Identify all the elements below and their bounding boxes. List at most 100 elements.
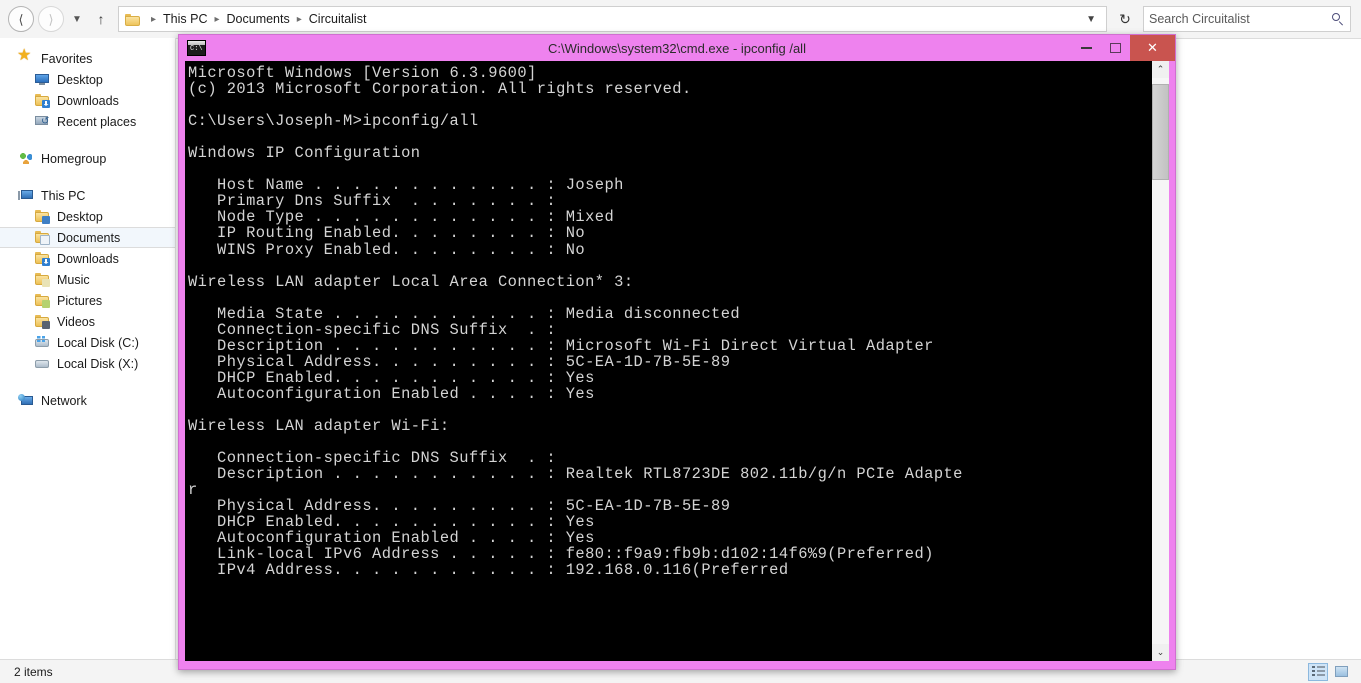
console-line: Node Type . . . . . . . . . . . . : Mixe… [188,208,615,227]
sidebar-item-label: Local Disk (X:) [57,356,139,371]
sidebar-item-label: Homegroup [41,151,107,166]
sidebar-item-label: Downloads [57,93,119,108]
console-line: Autoconfiguration Enabled . . . . : Yes [188,529,595,548]
console-line: Media State . . . . . . . . . . . : Medi… [188,304,741,323]
console-line: Connection-specific DNS Suffix . : [188,320,557,339]
monitor-icon [34,72,50,87]
hard-disk-icon [34,356,50,371]
console-line: Wireless LAN adapter Wi-Fi: [188,417,450,436]
scrollbar-track[interactable] [1152,78,1169,644]
breadcrumb-item-circuitalist[interactable]: Circuitalist [308,12,368,26]
console-line: Link-local IPv6 Address . . . . . : fe80… [188,545,934,564]
breadcrumb-separator: ▸ [151,13,157,25]
cmd-window-title: C:\Windows\system32\cmd.exe - ipconfig /… [548,40,806,56]
details-view-icon[interactable] [1308,662,1328,681]
network-icon [18,393,34,408]
console-line: Description . . . . . . . . . . . : Micr… [188,336,934,355]
console-line: Connection-specific DNS Suffix . : [188,449,557,468]
folder-desktop-icon [34,209,50,224]
console-line: Physical Address. . . . . . . . . : 5C-E… [188,352,731,371]
navigation-buttons: ⟨ ⟩ ▼ ↑ [0,6,112,32]
breadcrumb-separator: ▸ [214,13,220,25]
console-line: C:\Users\Joseph-M>ipconfig/all [188,112,479,131]
scroll-up-button[interactable]: ⌃ [1152,61,1169,78]
search-placeholder: Search Circuitalist [1149,12,1250,26]
console-line: WINS Proxy Enabled. . . . . . . . : No [188,240,586,259]
up-button[interactable]: ↑ [90,7,112,31]
breadcrumb-separator: ▸ [296,13,302,25]
back-button[interactable]: ⟨ [8,6,34,32]
sidebar-item-documents[interactable]: Documents [0,227,175,248]
large-icons-view-icon[interactable] [1331,663,1351,681]
forward-button[interactable]: ⟩ [38,6,64,32]
console-line: (c) 2013 Microsoft Corporation. All righ… [188,80,692,99]
sidebar-item-label: Documents [57,230,121,245]
sidebar-item-homegroup[interactable]: Homegroup [0,148,175,169]
refresh-button[interactable]: ↻ [1113,7,1137,31]
sidebar-item-music[interactable]: Music [0,269,175,290]
sidebar-item-downloads[interactable]: Downloads [0,90,175,111]
console-line: DHCP Enabled. . . . . . . . . . . : Yes [188,513,595,532]
sidebar-item-downloads[interactable]: Downloads [0,248,175,269]
sidebar-item-label: Desktop [57,209,103,224]
item-count-label: 2 items [14,664,53,679]
sidebar-item-this-pc[interactable]: This PC [0,185,175,206]
console-line: Wireless LAN adapter Local Area Connecti… [188,272,634,291]
console-line: IPv4 Address. . . . . . . . . . . : 192.… [188,561,789,580]
hard-disk-windows-icon [34,335,50,350]
sidebar-item-desktop[interactable]: Desktop [0,206,175,227]
breadcrumb-item-this-pc[interactable]: This PC [162,12,208,26]
sidebar-item-label: Desktop [57,72,103,87]
console-line: Host Name . . . . . . . . . . . . : Jose… [188,176,624,195]
folder-documents-icon [34,230,50,245]
sidebar-item-recent-places[interactable]: Recent places [0,111,175,132]
sidebar-item-label: Favorites [41,51,93,66]
sidebar-item-local-disk-x[interactable]: Local Disk (X:) [0,353,175,374]
sidebar-item-local-disk-c[interactable]: Local Disk (C:) [0,332,175,353]
cmd-body: Microsoft Windows [Version 6.3.9600] (c) … [185,61,1169,661]
screen: ⟨ ⟩ ▼ ↑ ▸ This PC ▸ Documents ▸ Circuita… [0,0,1361,683]
scroll-down-button[interactable]: ⌄ [1152,644,1169,661]
console-line: r [188,481,198,500]
recent-locations-dropdown[interactable]: ▼ [68,7,86,31]
chevron-down-icon[interactable]: ▼ [1080,14,1102,25]
breadcrumb-item-documents[interactable]: Documents [226,12,291,26]
folder-icon [125,13,141,26]
recent-places-icon [34,114,50,129]
cmd-window[interactable]: C:\Windows\system32\cmd.exe - ipconfig /… [178,34,1176,670]
sidebar-item-network[interactable]: Network [0,390,175,411]
sidebar-item-videos[interactable]: Videos [0,311,175,332]
breadcrumb-bar[interactable]: ▸ This PC ▸ Documents ▸ Circuitalist ▼ [118,6,1107,32]
cmd-title-bar[interactable]: C:\Windows\system32\cmd.exe - ipconfig /… [179,35,1175,61]
console-line: Microsoft Windows [Version 6.3.9600] [188,64,537,82]
search-input[interactable]: Search Circuitalist [1143,6,1351,32]
star-icon [17,48,34,66]
scrollbar-thumb[interactable] [1152,83,1169,180]
console-scrollbar[interactable]: ⌃ ⌄ [1151,61,1169,661]
console-line: Primary Dns Suffix . . . . . . . : [188,192,557,211]
folder-music-icon [34,272,50,287]
sidebar-item-label: Pictures [57,293,103,308]
console-line: Autoconfiguration Enabled . . . . : Yes [188,384,595,403]
console-line: DHCP Enabled. . . . . . . . . . . : Yes [188,368,595,387]
sidebar-item-label: Local Disk (C:) [57,335,139,350]
console-output[interactable]: Microsoft Windows [Version 6.3.9600] (c) … [185,61,1151,661]
console-line: IP Routing Enabled. . . . . . . . : No [188,224,586,243]
sidebar-item-desktop[interactable]: Desktop [0,69,175,90]
sidebar-item-favorites[interactable]: Favorites [0,48,175,69]
folder-download-icon [34,251,50,266]
folder-pictures-icon [34,293,50,308]
sidebar-item-pictures[interactable]: Pictures [0,290,175,311]
view-mode-buttons [1308,662,1361,681]
folder-videos-icon [34,314,50,329]
search-icon [1332,12,1345,26]
